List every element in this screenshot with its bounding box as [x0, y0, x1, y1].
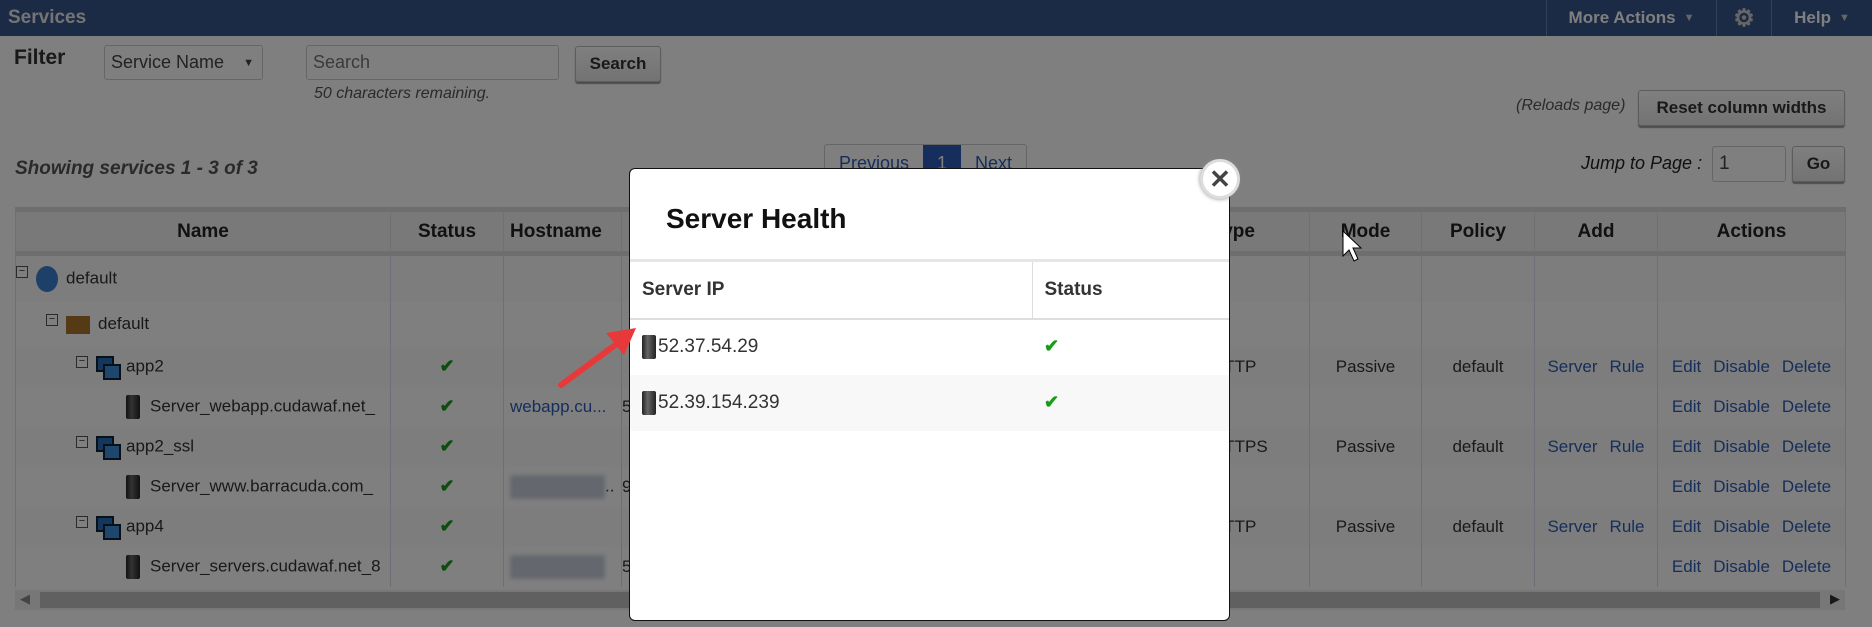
- server-icon: [642, 335, 656, 359]
- close-icon[interactable]: ✕: [1200, 159, 1240, 199]
- check-icon: ✔: [1044, 336, 1060, 356]
- col-server-ip: Server IP: [630, 259, 1032, 320]
- server-ip: 52.37.54.29: [658, 336, 759, 358]
- table-row: 52.37.54.29 ✔: [630, 319, 1229, 375]
- table-row: 52.39.154.239 ✔: [630, 374, 1229, 431]
- check-icon: ✔: [1044, 391, 1060, 412]
- server-health-modal: Server Health Server IP Status 52.37.54.2…: [629, 168, 1230, 621]
- modal-title: Server Health: [666, 203, 847, 234]
- server-health-table: Server IP Status 52.37.54.29 ✔ 52.39.154.2…: [630, 259, 1229, 431]
- col-status: Status: [1031, 259, 1229, 320]
- server-ip: 52.39.154.239: [658, 391, 780, 413]
- server-icon: [642, 390, 656, 415]
